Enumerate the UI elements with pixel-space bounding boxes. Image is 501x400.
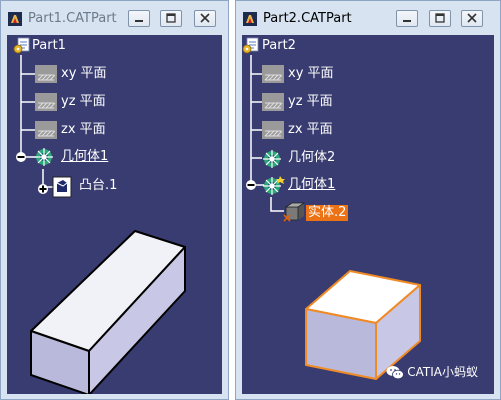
part2-tree-graphics xyxy=(242,37,421,380)
part1-titlebar[interactable]: Part1.CATPart xyxy=(1,1,228,35)
tree-node-solid2[interactable]: 实体.2 xyxy=(306,205,349,221)
part2-viewport[interactable]: Part2 xy 平面 yz 平面 zx 平面 几何体2 几何体1 实体.2 C… xyxy=(242,35,494,394)
solid-icon xyxy=(283,202,306,222)
close-button[interactable] xyxy=(194,10,216,27)
tree-node-zx-plane[interactable]: zx 平面 xyxy=(288,122,333,138)
tree-node-yz-plane[interactable]: yz 平面 xyxy=(288,94,333,110)
minimize-button[interactable] xyxy=(128,10,150,27)
pad-solid xyxy=(30,230,186,394)
part2-titlebar[interactable]: Part2.CATPart xyxy=(236,1,500,35)
tree-node-zx-plane[interactable]: zx 平面 xyxy=(61,122,106,138)
body-icon xyxy=(263,176,285,195)
part1-window[interactable]: Part1.CATPart Part1 xy 平面 yz 平面 zx 平面 几何… xyxy=(0,0,229,400)
collapse-icon xyxy=(16,152,26,162)
window-title: Part2.CATPart xyxy=(263,11,352,26)
maximize-icon xyxy=(166,13,176,23)
close-icon xyxy=(467,13,477,23)
maximize-button[interactable] xyxy=(429,10,451,27)
body-icon xyxy=(35,148,53,166)
maximize-icon xyxy=(435,13,445,23)
watermark: CATIA小蚂蚁 xyxy=(386,363,478,380)
tree-node-xy-plane[interactable]: xy 平面 xyxy=(61,66,107,82)
part2-window[interactable]: Part2.CATPart Part2 xy 平面 yz 平面 zx 平面 几何… xyxy=(235,0,501,400)
minimize-icon xyxy=(135,20,143,22)
tree-node-yz-plane[interactable]: yz 平面 xyxy=(61,94,106,110)
wechat-icon xyxy=(386,366,405,380)
window-title: Part1.CATPart xyxy=(28,11,117,26)
plane-icon xyxy=(262,93,284,111)
catia-app-icon xyxy=(243,12,257,26)
plane-icon xyxy=(35,121,57,139)
expand-icon xyxy=(38,184,48,194)
part-icon xyxy=(13,37,30,54)
pad-icon xyxy=(52,176,72,198)
watermark-text: CATIA小蚂蚁 xyxy=(407,365,478,379)
plane-icon xyxy=(262,65,284,83)
part-icon xyxy=(242,37,259,54)
maximize-button[interactable] xyxy=(160,10,182,27)
tree-node-body1[interactable]: 几何体1 xyxy=(288,177,335,193)
tree-node-body1[interactable]: 几何体1 xyxy=(61,149,108,165)
catia-app-icon xyxy=(8,12,22,26)
part1-viewport[interactable]: Part1 xy 平面 yz 平面 zx 平面 几何体1 凸台.1 xyxy=(7,35,222,394)
close-icon xyxy=(200,13,210,23)
minimize-button[interactable] xyxy=(396,10,418,27)
plane-icon xyxy=(35,65,57,83)
tree-node-part1[interactable]: Part1 xyxy=(32,38,66,54)
plane-icon xyxy=(35,93,57,111)
body-icon xyxy=(263,150,281,168)
collapse-icon xyxy=(246,180,256,190)
minimize-icon xyxy=(403,20,411,22)
tree-node-pad1[interactable]: 凸台.1 xyxy=(79,178,117,194)
tree-node-body2[interactable]: 几何体2 xyxy=(288,150,335,166)
plane-icon xyxy=(262,121,284,139)
close-button[interactable] xyxy=(461,10,483,27)
tree-node-xy-plane[interactable]: xy 平面 xyxy=(288,66,334,82)
part1-tree-graphics xyxy=(13,37,186,394)
tree-node-part2[interactable]: Part2 xyxy=(262,38,296,54)
